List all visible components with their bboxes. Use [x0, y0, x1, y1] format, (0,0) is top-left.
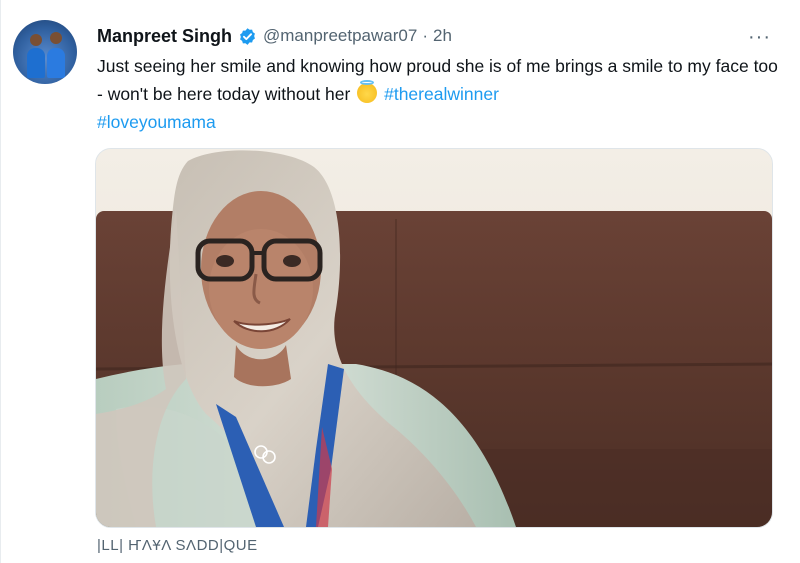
hashtag-loveyoumama[interactable]: #loveyoumama — [97, 112, 216, 132]
separator-dot: · — [422, 26, 428, 45]
photo-watermark: |LL| ҤΛҰΛ SΛDD|QUE — [97, 537, 258, 554]
author-name[interactable]: Manpreet Singh — [97, 26, 232, 47]
more-options-icon[interactable]: ··· — [748, 26, 771, 49]
photo-illustration — [96, 149, 772, 527]
verified-badge-icon — [238, 27, 257, 46]
author-handle[interactable]: @manpreetpawar07 — [263, 26, 417, 46]
tweet-card: Manpreet Singh @manpreetpawar07 · 2h ···… — [0, 0, 800, 563]
tweet-header: Manpreet Singh @manpreetpawar07 · 2h — [97, 24, 452, 48]
avatar[interactable] — [13, 20, 77, 84]
tweet-text: Just seeing her smile and knowing how pr… — [97, 52, 787, 136]
timestamp[interactable]: 2h — [433, 26, 452, 46]
smiling-face-with-halo-emoji-icon — [357, 80, 378, 103]
hashtag-therealwinner[interactable]: #therealwinner — [384, 84, 499, 104]
tweet-photo[interactable] — [95, 148, 773, 528]
